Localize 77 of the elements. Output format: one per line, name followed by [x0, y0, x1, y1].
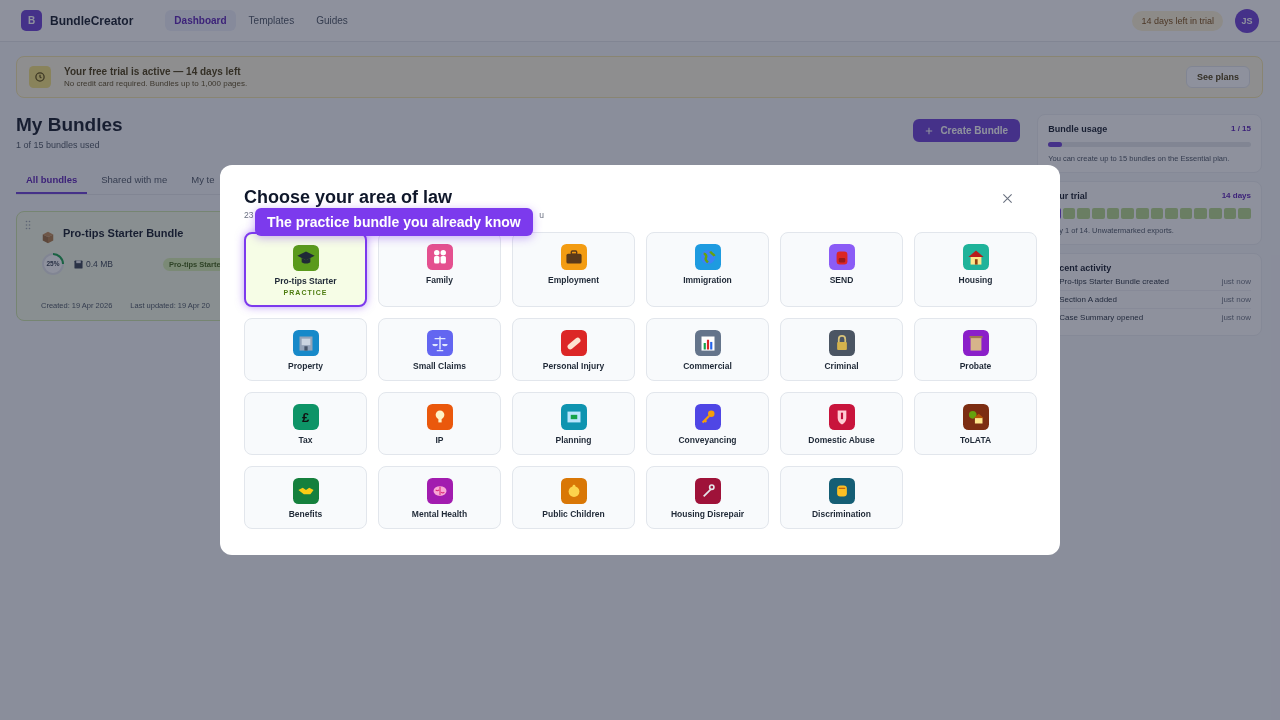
file-size: 0.4 MB	[86, 259, 113, 269]
area-card[interactable]: IP	[378, 392, 501, 455]
area-card[interactable]: Small Claims	[378, 318, 501, 381]
trial-days: 14 days	[1221, 191, 1251, 201]
card-title: ur trial	[1059, 191, 1088, 201]
package-icon	[41, 230, 55, 244]
house-icon	[962, 244, 989, 270]
card-title: Bundle usage	[1048, 124, 1108, 134]
lock-icon	[828, 330, 855, 356]
map-icon	[560, 404, 587, 430]
globe-icon	[694, 244, 721, 270]
usage-count: 1 / 15	[1231, 124, 1251, 134]
activity-text: Case Summary opened	[1059, 313, 1144, 322]
backpack-icon	[828, 244, 855, 270]
page-subtitle: 1 of 15 bundles used	[16, 140, 101, 150]
area-card[interactable]: Property	[244, 318, 367, 381]
nav-link[interactable]: Templates	[239, 10, 304, 31]
tab[interactable]: All bundles	[16, 170, 88, 194]
dialog-title: Choose your area of law	[244, 187, 453, 208]
shield-icon	[828, 404, 855, 430]
nav-link[interactable]: Dashboard	[165, 10, 236, 31]
area-card[interactable]: Discrimination	[780, 466, 903, 529]
area-card[interactable]: ToLATA	[914, 392, 1037, 455]
tooltip: The practice bundle you already know	[255, 208, 533, 236]
area-card[interactable]: Public Children	[512, 466, 635, 529]
page-title: My Bundles	[16, 114, 123, 136]
trial-badge: 14 days left in trial	[1132, 10, 1223, 31]
scales-icon	[426, 330, 453, 356]
area-card[interactable]: Probate	[914, 318, 1037, 381]
area-card[interactable]: Personal Injury	[512, 318, 635, 381]
area-card[interactable]: Immigration	[646, 232, 769, 307]
area-card[interactable]: Criminal	[780, 318, 903, 381]
people-icon	[426, 244, 453, 270]
brain-icon	[426, 478, 453, 504]
clock-icon	[29, 66, 51, 88]
light-bulb-icon	[426, 404, 453, 430]
area-card[interactable]: Housing	[914, 232, 1037, 307]
card-title: cent activity	[1058, 263, 1113, 273]
activity-time: just now	[1221, 313, 1251, 322]
area-card[interactable]: Conveyancing	[646, 392, 769, 455]
area-card[interactable]: £ Tax	[244, 392, 367, 455]
area-card[interactable]: Mental Health	[378, 466, 501, 529]
progress-ring	[41, 252, 65, 276]
wrench-icon	[694, 478, 721, 504]
brand-name: BundleCreator	[50, 13, 134, 28]
dialog-subtitle: 23	[244, 210, 254, 220]
tab[interactable]: My te	[181, 170, 225, 194]
area-card[interactable]: Employment	[512, 232, 635, 307]
area-card[interactable]: Planning	[512, 392, 635, 455]
area-card[interactable]: Domestic Abuse	[780, 392, 903, 455]
plus-icon	[925, 126, 934, 135]
drag-handle-icon[interactable]	[25, 220, 31, 230]
tab[interactable]: Shared with me	[91, 170, 178, 194]
area-card[interactable]: Benefits	[244, 466, 367, 529]
bundle-title: Pro-tips Starter Bundle	[63, 227, 184, 239]
banner-subtitle: No credit card required. Bundles up to 1,000 pages.	[64, 79, 248, 88]
bar-chart-icon	[694, 330, 721, 356]
bandage-icon	[560, 330, 587, 356]
area-card[interactable]: Housing Disrepair	[646, 466, 769, 529]
activity-time: just now	[1221, 295, 1251, 304]
briefcase-icon	[560, 244, 587, 270]
area-card[interactable]: SEND	[780, 232, 903, 307]
activity-text: Pro-tips Starter Bundle created	[1059, 277, 1170, 286]
pound-sign: £	[292, 404, 319, 430]
dialog-subtitle: u	[539, 210, 544, 220]
nav-link[interactable]: Guides	[307, 10, 357, 31]
see-plans-button[interactable]: See plans	[1185, 66, 1250, 88]
activity-text: Section A added	[1059, 295, 1117, 304]
logo-icon: B	[21, 10, 42, 31]
key-icon	[694, 404, 721, 430]
area-card[interactable]: Commercial	[646, 318, 769, 381]
scroll-icon	[962, 330, 989, 356]
graduation-cap-icon	[292, 245, 319, 271]
banner-title: Your free trial is active — 14 days left	[64, 66, 242, 77]
house-tree-icon	[962, 404, 989, 430]
activity-time: just now	[1221, 277, 1251, 286]
close-icon[interactable]	[1002, 193, 1013, 204]
